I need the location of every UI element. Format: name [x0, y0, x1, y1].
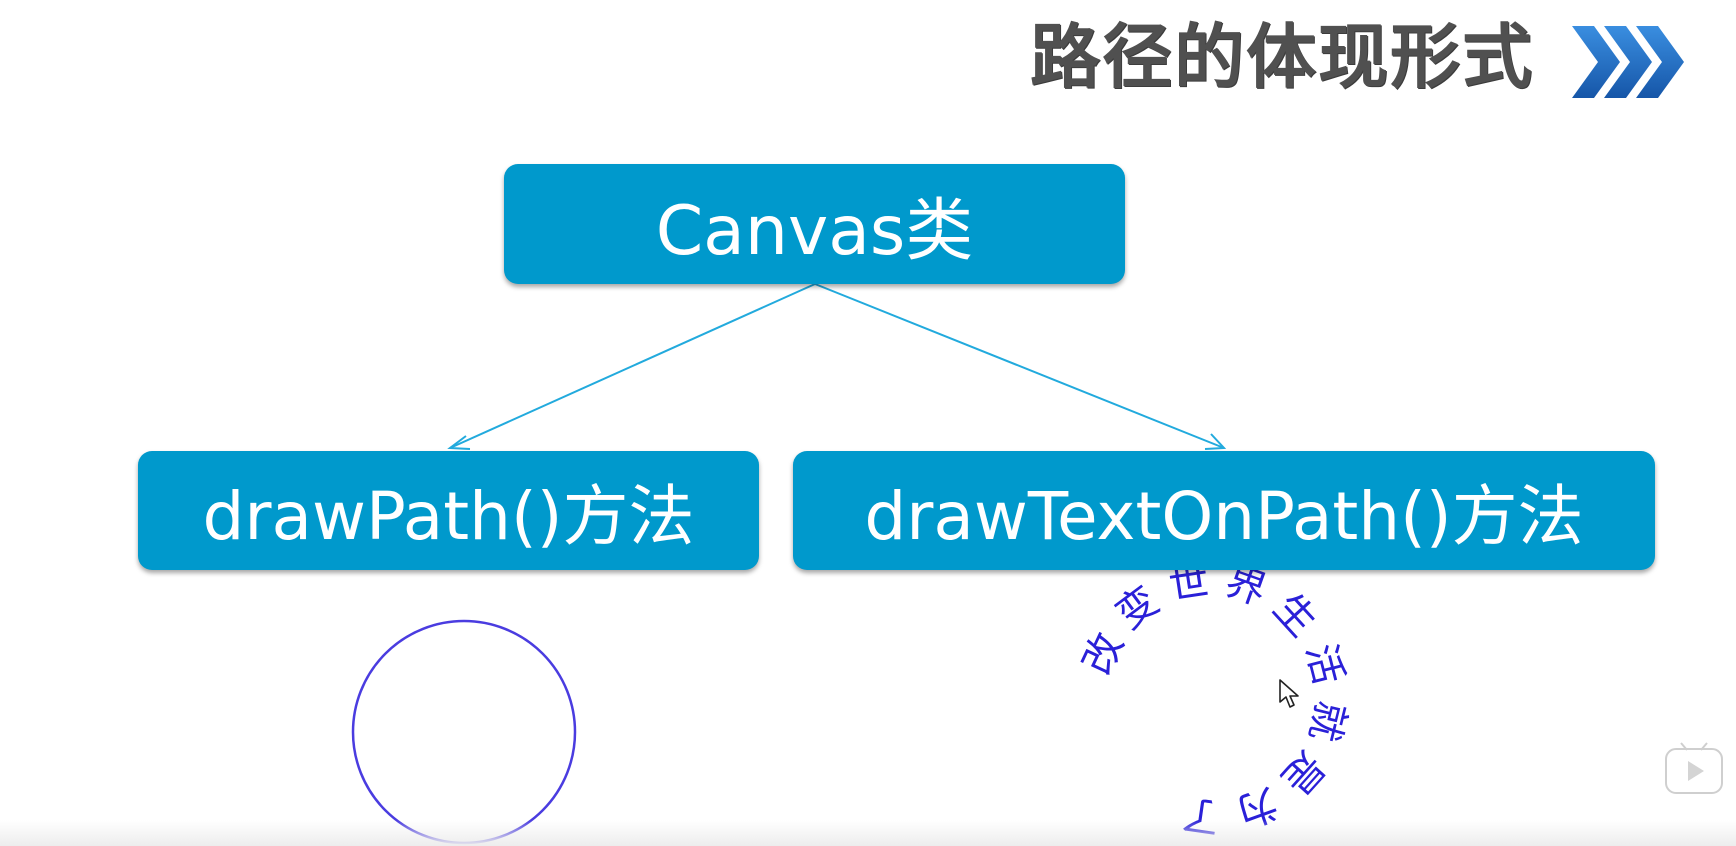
node-drawpath-method: drawPath()方法 [138, 451, 759, 570]
slide-page: 路径的体现形式 改变世界生活就是为了 Canvas类 drawPath()方法 … [0, 0, 1736, 846]
node-canvas-class: Canvas类 [504, 164, 1125, 284]
video-play-icon[interactable] [1663, 741, 1725, 797]
connector-root-to-drawpath [447, 283, 816, 450]
text-on-path-example: 改变世界生活就是为了 [1074, 556, 1354, 840]
path-circle-example [351, 619, 577, 845]
bottom-shadow-strip [0, 820, 1736, 846]
node-drawtextonpath-method: drawTextOnPath()方法 [793, 451, 1655, 570]
connector-root-to-drawtextonpath [814, 283, 1227, 450]
text-on-path-content: 改变世界生活就是为了 [1074, 556, 1343, 840]
mouse-pointer-icon [1279, 679, 1299, 708]
diagram-canvas: 改变世界生活就是为了 [351, 283, 1354, 845]
